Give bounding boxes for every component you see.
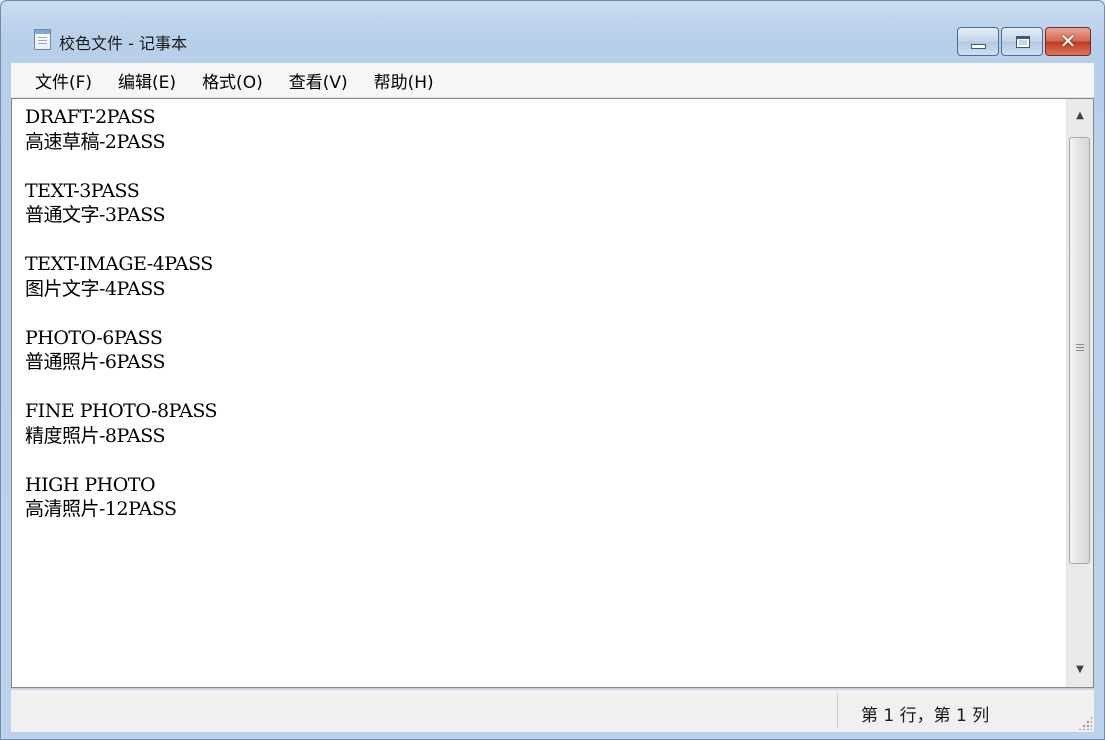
status-bar: 第 1 行，第 1 列 [11,689,1094,732]
menu-view[interactable]: 查看(V) [276,68,361,93]
document-text[interactable]: DRAFT-2PASS 高速草稿-2PASS TEXT-3PASS 普通文字-3… [25,105,1043,683]
menu-help[interactable]: 帮助(H) [361,68,447,93]
minimize-button[interactable] [957,27,999,56]
title-bar[interactable]: 校色文件 - 记事本 ✕ [1,1,1104,63]
scroll-up-arrow-icon[interactable]: ▲ [1067,99,1093,133]
menu-file[interactable]: 文件(F) [11,68,105,93]
vertical-scrollbar[interactable]: ▲ ▼ [1066,99,1093,687]
maximize-icon [1016,36,1030,48]
menu-edit[interactable]: 编辑(E) [105,68,189,93]
window-title: 校色文件 - 记事本 [59,34,187,53]
grip-icon [1076,344,1084,352]
notepad-window: 校色文件 - 记事本 ✕ 文件(F) 编辑(E) 格式(O) 查看(V) 帮助(… [0,0,1105,740]
scroll-thumb[interactable] [1069,137,1090,564]
menu-bar: 文件(F) 编辑(E) 格式(O) 查看(V) 帮助(H) [11,63,1094,98]
notepad-icon[interactable] [34,29,51,50]
maximize-button[interactable] [1001,27,1043,56]
resize-grip-icon[interactable] [1078,716,1092,730]
scroll-down-arrow-icon[interactable]: ▼ [1067,653,1093,687]
minimize-icon [971,44,986,49]
cursor-position: 第 1 行，第 1 列 [861,706,990,726]
menu-format[interactable]: 格式(O) [189,68,276,93]
close-icon: ✕ [1059,29,1077,53]
text-editor[interactable]: DRAFT-2PASS 高速草稿-2PASS TEXT-3PASS 普通文字-3… [11,98,1094,688]
close-button[interactable]: ✕ [1045,27,1091,56]
caption-buttons: ✕ [955,27,1091,56]
status-divider [837,694,838,728]
